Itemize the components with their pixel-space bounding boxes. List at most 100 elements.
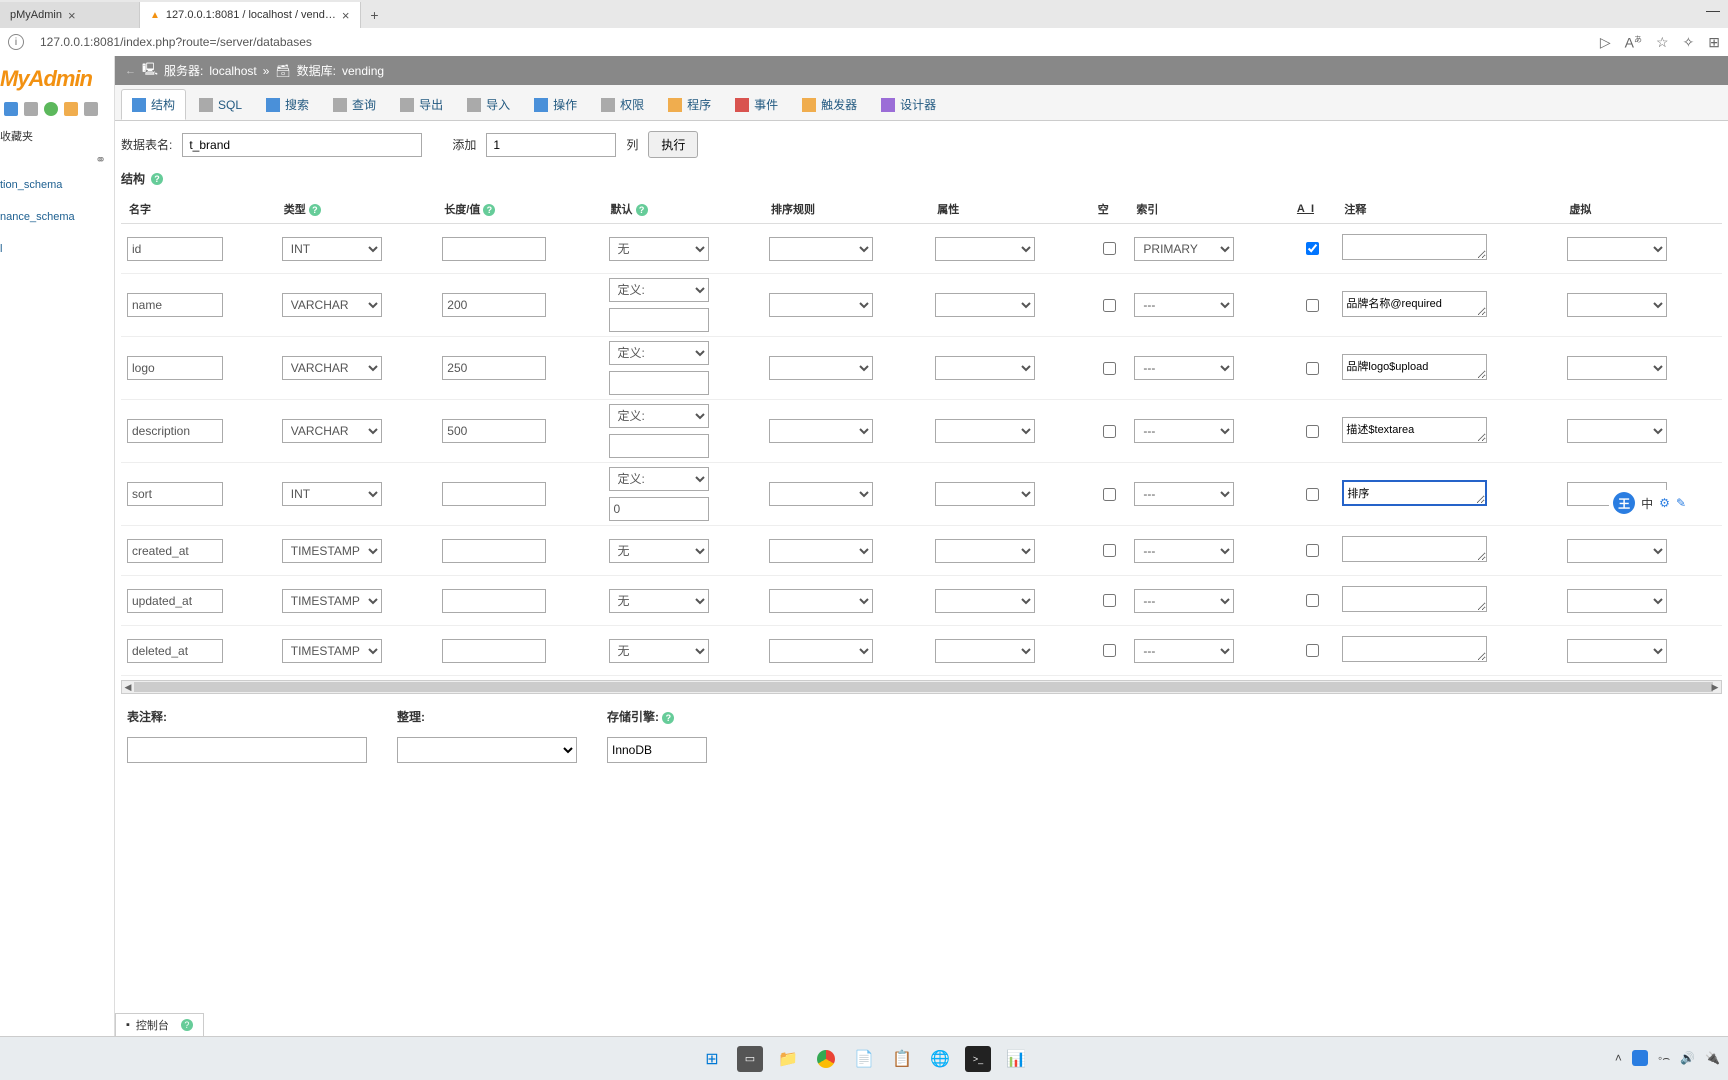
database-item[interactable]: tion_schema — [0, 176, 114, 194]
scroll-left-arrow[interactable]: ◀ — [122, 681, 134, 693]
column-type-select[interactable]: VARCHAR — [282, 356, 382, 380]
logout-icon[interactable] — [24, 102, 38, 116]
tray-chevron-icon[interactable]: ˄ — [1615, 1051, 1622, 1065]
terminal-icon[interactable]: >_ — [965, 1046, 991, 1072]
notepad-icon[interactable]: 📄 — [851, 1046, 877, 1072]
notes-icon[interactable]: 📋 — [889, 1046, 915, 1072]
collation-select[interactable] — [769, 356, 873, 380]
tab-designer[interactable]: 设计器 — [870, 89, 947, 120]
column-type-select[interactable]: INT — [282, 482, 382, 506]
index-select[interactable]: --- — [1134, 639, 1234, 663]
close-icon[interactable]: × — [68, 8, 76, 23]
help-icon[interactable]: ? — [636, 204, 648, 216]
auto-increment-checkbox[interactable] — [1306, 488, 1319, 501]
index-select[interactable]: --- — [1134, 419, 1234, 443]
null-checkbox[interactable] — [1103, 242, 1116, 255]
url-field[interactable]: 127.0.0.1:8081/index.php?route=/server/d… — [32, 31, 532, 53]
default-mode-select[interactable]: 无 — [609, 237, 709, 261]
link-icon[interactable]: ⚭ — [0, 148, 114, 176]
column-name-input[interactable] — [127, 237, 223, 261]
comment-input[interactable] — [1342, 636, 1487, 662]
collation-select[interactable] — [769, 482, 873, 506]
volume-icon[interactable]: 🔊 — [1680, 1051, 1695, 1065]
index-select[interactable]: --- — [1134, 356, 1234, 380]
close-icon[interactable]: × — [342, 8, 350, 23]
read-aloud-icon[interactable]: ▷ — [1600, 34, 1611, 51]
ime-settings-icon[interactable]: ⚙ — [1659, 496, 1670, 510]
extensions-icon[interactable]: ⊞ — [1708, 34, 1720, 51]
column-length-input[interactable] — [442, 237, 546, 261]
default-value-input[interactable] — [609, 308, 709, 332]
comment-input[interactable]: 品牌名称@required — [1342, 291, 1487, 317]
home-icon[interactable] — [4, 102, 18, 116]
browser-tab[interactable]: ▲ 127.0.0.1:8081 / localhost / vend… × — [140, 2, 361, 28]
default-mode-select[interactable]: 无 — [609, 639, 709, 663]
scroll-right-arrow[interactable]: ▶ — [1709, 681, 1721, 693]
chrome-icon[interactable] — [813, 1046, 839, 1072]
virtuality-select[interactable] — [1567, 419, 1667, 443]
new-tab-button[interactable]: + — [361, 2, 389, 28]
table-comment-input[interactable] — [127, 737, 367, 763]
battery-icon[interactable]: 🔌 — [1705, 1051, 1720, 1065]
comment-input[interactable] — [1342, 234, 1487, 260]
tab-routines[interactable]: 程序 — [657, 89, 722, 120]
collation-select[interactable] — [769, 589, 873, 613]
tab-export[interactable]: 导出 — [389, 89, 454, 120]
default-mode-select[interactable]: 定义: — [609, 404, 709, 428]
browser-tab[interactable]: pMyAdmin × — [0, 2, 140, 28]
breadcrumb-server[interactable]: localhost — [209, 64, 256, 78]
default-value-input[interactable] — [609, 371, 709, 395]
index-select[interactable]: --- — [1134, 482, 1234, 506]
tab-structure[interactable]: 结构 — [121, 89, 186, 120]
collation-select[interactable] — [769, 419, 873, 443]
column-name-input[interactable] — [127, 482, 223, 506]
column-length-input[interactable] — [442, 639, 546, 663]
collections-icon[interactable]: ✧ — [1683, 34, 1695, 51]
collation-select[interactable] — [769, 293, 873, 317]
auto-increment-checkbox[interactable] — [1306, 594, 1319, 607]
docs-icon[interactable] — [44, 102, 58, 116]
minimize-icon[interactable]: — — [1706, 2, 1720, 18]
column-type-select[interactable]: TIMESTAMP — [282, 539, 382, 563]
column-type-select[interactable]: VARCHAR — [282, 293, 382, 317]
column-length-input[interactable] — [442, 589, 546, 613]
wifi-icon[interactable]: ◦⌢ — [1658, 1051, 1670, 1066]
index-select[interactable]: --- — [1134, 539, 1234, 563]
auto-increment-checkbox[interactable] — [1306, 544, 1319, 557]
auto-increment-checkbox[interactable] — [1306, 362, 1319, 375]
attributes-select[interactable] — [935, 293, 1035, 317]
null-checkbox[interactable] — [1103, 544, 1116, 557]
tab-events[interactable]: 事件 — [724, 89, 789, 120]
tab-search[interactable]: 搜索 — [255, 89, 320, 120]
attributes-select[interactable] — [935, 482, 1035, 506]
console-tab[interactable]: ▪ 控制台 ? — [115, 1013, 204, 1036]
explorer-icon[interactable]: 📁 — [775, 1046, 801, 1072]
start-icon[interactable]: ⊞ — [699, 1046, 725, 1072]
help-icon[interactable]: ? — [181, 1019, 193, 1031]
column-length-input[interactable] — [442, 356, 546, 380]
text-size-icon[interactable]: Aあ — [1625, 34, 1642, 51]
null-checkbox[interactable] — [1103, 644, 1116, 657]
comment-input[interactable]: 品牌logo$upload — [1342, 354, 1487, 380]
column-name-input[interactable] — [127, 356, 223, 380]
default-value-input[interactable] — [609, 497, 709, 521]
add-columns-count-input[interactable] — [486, 133, 616, 157]
virtuality-select[interactable] — [1567, 639, 1667, 663]
null-checkbox[interactable] — [1103, 488, 1116, 501]
attributes-select[interactable] — [935, 539, 1035, 563]
tray-app-icon[interactable] — [1632, 1050, 1648, 1066]
virtuality-select[interactable] — [1567, 293, 1667, 317]
comment-input[interactable]: 描述$textarea — [1342, 417, 1487, 443]
default-value-input[interactable] — [609, 434, 709, 458]
table-name-input[interactable] — [182, 133, 422, 157]
collation-select[interactable] — [397, 737, 577, 763]
favorites-icon[interactable]: ☆ — [1656, 34, 1669, 51]
comment-input[interactable] — [1342, 536, 1487, 562]
engine-input[interactable] — [607, 737, 707, 763]
column-length-input[interactable] — [442, 539, 546, 563]
null-checkbox[interactable] — [1103, 299, 1116, 312]
collation-select[interactable] — [769, 539, 873, 563]
auto-increment-checkbox[interactable] — [1306, 644, 1319, 657]
ime-edit-icon[interactable]: ✎ — [1676, 496, 1686, 510]
collation-select[interactable] — [769, 639, 873, 663]
